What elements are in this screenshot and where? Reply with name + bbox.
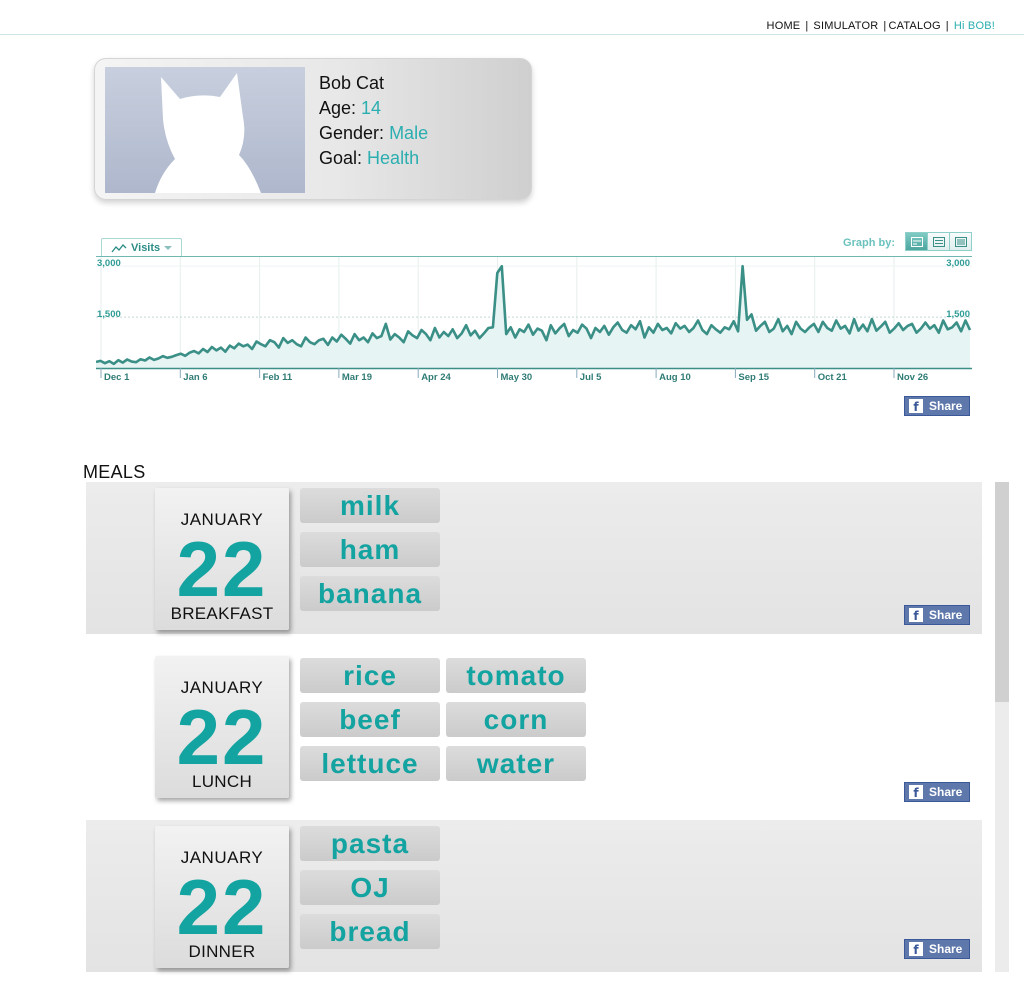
line-chart-icon: [111, 243, 127, 252]
visits-tab-label: Visits: [131, 241, 161, 254]
profile-gender: Gender: Male: [319, 121, 428, 146]
facebook-icon: f: [909, 399, 923, 413]
nav-home-link[interactable]: HOME: [767, 20, 801, 32]
chart-x-tick-label: Apr 24: [421, 372, 451, 382]
meal-card-lunch: JANUARY 22 LUNCH rice beef lettuce tomat…: [86, 650, 982, 802]
meal-day: 22: [176, 525, 268, 613]
lunch-share-button[interactable]: f Share: [904, 782, 970, 802]
nav-separator: |: [883, 20, 887, 32]
user-greeting-link[interactable]: Hi BOB!: [954, 20, 995, 32]
breakfast-share-button[interactable]: f Share: [904, 605, 970, 625]
facebook-icon: f: [909, 942, 923, 956]
chart-share-button[interactable]: f Share: [904, 396, 970, 416]
nav-links: HOME | SIMULATOR | CATALOG | Hi BOB!: [767, 20, 995, 32]
meal-date-card: JANUARY 22 BREAKFAST: [155, 488, 289, 630]
meal-type: BREAKFAST: [170, 604, 274, 623]
meal-day: 22: [176, 863, 268, 951]
graph-by-buttons: [905, 232, 972, 251]
meal-card-dinner: JANUARY 22 DINNER pasta OJ bread: [86, 820, 982, 972]
food-item[interactable]: banana: [300, 576, 440, 611]
food-item[interactable]: rice: [300, 658, 440, 693]
food-item[interactable]: lettuce: [300, 746, 440, 781]
chart-x-tick-label: Sep 15: [738, 372, 769, 382]
visits-chart-panel: Visits Graph by: Dec 1 Jan 6 Feb 11 Mar 19 A…: [96, 232, 972, 382]
food-item[interactable]: pasta: [300, 826, 440, 861]
profile-age: Age: 14: [319, 96, 428, 121]
age-value: 14: [361, 98, 382, 118]
dropdown-arrow-icon: [164, 245, 173, 250]
nav-simulator-link[interactable]: SIMULATOR: [813, 20, 878, 32]
visits-metric-tab[interactable]: Visits: [101, 238, 183, 256]
food-item[interactable]: water: [446, 746, 586, 781]
nav-catalog-link[interactable]: CATALOG: [888, 20, 940, 32]
dinner-share-button[interactable]: f Share: [904, 939, 970, 959]
food-item[interactable]: OJ: [300, 870, 440, 905]
food-item[interactable]: bread: [300, 914, 440, 949]
chart-y-tick-label-right: 1,500: [946, 309, 970, 320]
facebook-icon: f: [909, 785, 923, 799]
top-navigation: HOME | SIMULATOR | CATALOG | Hi BOB!: [0, 0, 1024, 35]
food-item[interactable]: beef: [300, 702, 440, 737]
meal-card-breakfast: JANUARY 22 BREAKFAST milk ham banana: [86, 482, 982, 634]
graph-by-week-button[interactable]: [927, 232, 950, 251]
graph-by-month-button[interactable]: [949, 232, 972, 251]
month-view-icon: [954, 236, 967, 247]
goal-value: Health: [367, 148, 420, 168]
nav-separator: |: [945, 20, 949, 32]
chart-x-tick-label: Nov 26: [897, 372, 928, 382]
chart-y-tick-label-left: 3,000: [97, 258, 121, 269]
chart-x-tick-label: May 30: [501, 372, 533, 382]
meal-type: DINNER: [188, 942, 256, 961]
gender-value: Male: [389, 123, 429, 143]
meals-scrollbar-thumb[interactable]: [995, 482, 1009, 702]
chart-x-tick-label: Aug 10: [659, 372, 691, 382]
meal-day: 22: [176, 693, 268, 781]
meals-heading: MEALS: [83, 462, 146, 482]
facebook-icon: f: [909, 608, 923, 622]
profile-card: Bob Cat Age: 14 Gender: Male Goal: Healt…: [94, 58, 532, 200]
graph-by-label: Graph by:: [843, 237, 895, 249]
goal-label: Goal:: [319, 148, 363, 168]
food-item[interactable]: tomato: [446, 658, 586, 693]
meal-date-card: JANUARY 22 LUNCH: [155, 656, 289, 798]
gender-label: Gender:: [319, 123, 385, 143]
graph-by-day-button[interactable]: [905, 232, 928, 251]
day-view-icon: [910, 236, 923, 247]
chart-y-tick-label-left: 1,500: [97, 309, 121, 320]
chart-x-tick-label: Feb 11: [263, 372, 293, 382]
chart-x-tick-label: Jan 6: [183, 372, 207, 382]
share-label: Share: [929, 608, 963, 622]
share-label: Share: [929, 399, 963, 413]
meal-type: LUNCH: [191, 772, 253, 791]
profile-info: Bob Cat Age: 14 Gender: Male Goal: Healt…: [319, 71, 428, 171]
food-item[interactable]: milk: [300, 488, 440, 523]
cat-silhouette-icon: [155, 73, 261, 193]
profile-goal: Goal: Health: [319, 146, 428, 171]
avatar: [105, 67, 305, 193]
nav-separator: |: [805, 20, 809, 32]
chart-x-tick-label: Jul 5: [580, 372, 602, 382]
age-label: Age:: [319, 98, 357, 118]
chart-y-tick-label-right: 3,000: [946, 258, 970, 269]
food-item[interactable]: ham: [300, 532, 440, 567]
food-item[interactable]: corn: [446, 702, 586, 737]
chart-x-tick-label: Mar 19: [342, 372, 372, 382]
share-label: Share: [929, 942, 963, 956]
profile-name: Bob Cat: [319, 73, 385, 93]
chart-x-tick-label: Oct 21: [818, 372, 848, 382]
week-view-icon: [932, 236, 945, 247]
chart-x-tick-label: Dec 1: [104, 372, 130, 382]
share-label: Share: [929, 785, 963, 799]
meal-date-card: JANUARY 22 DINNER: [155, 826, 289, 968]
visits-chart: Dec 1 Jan 6 Feb 11 Mar 19 Apr 24 May 30 Jul 5 A…: [96, 256, 972, 382]
